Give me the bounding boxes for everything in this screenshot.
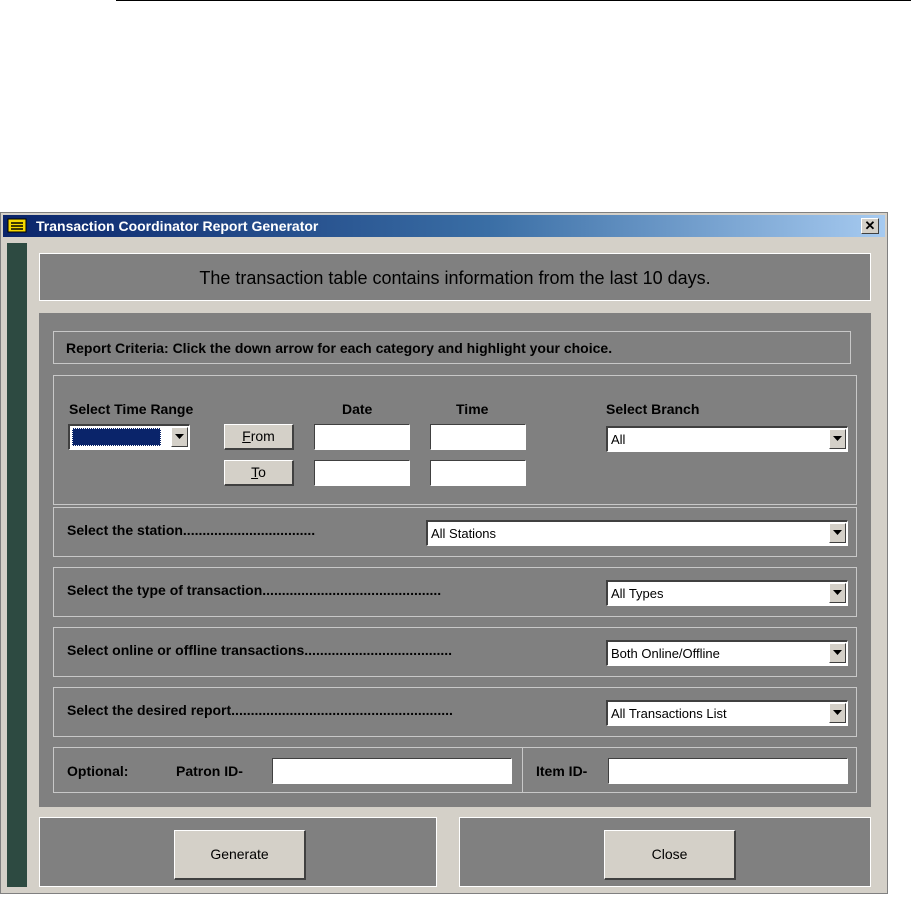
chevron-down-icon <box>833 650 842 655</box>
close-window-button[interactable]: ✕ <box>861 218 879 234</box>
chevron-down-icon <box>175 434 184 439</box>
transaction-type-dropdown-button[interactable] <box>829 583 846 603</box>
from-button[interactable]: From <box>224 424 294 450</box>
report-dropdown-button[interactable] <box>829 703 846 723</box>
from-date-input[interactable] <box>314 424 410 450</box>
chevron-down-icon <box>833 590 842 595</box>
chevron-down-icon <box>833 530 842 535</box>
to-rest: o <box>258 464 266 480</box>
patron-id-input[interactable] <box>272 758 512 784</box>
optional-group: Optional: Patron ID- Item ID- <box>53 747 857 793</box>
branch-select[interactable]: All <box>606 426 848 452</box>
time-range-select[interactable] <box>68 424 190 450</box>
top-rule <box>116 0 911 1</box>
branch-dropdown-button[interactable] <box>829 429 846 449</box>
time-header: Time <box>456 401 489 417</box>
optional-label: Optional: <box>67 763 129 779</box>
to-date-input[interactable] <box>314 460 410 486</box>
transaction-type-label: Select the type of transaction..........… <box>67 582 442 598</box>
branch-label: Select Branch <box>606 401 700 417</box>
window-title: Transaction Coordinator Report Generator <box>36 218 319 234</box>
transaction-type-group: Select the type of transaction..........… <box>53 567 857 617</box>
station-select[interactable]: All Stations <box>426 520 848 546</box>
online-offline-label: Select online or offline transactions...… <box>67 642 453 658</box>
time-range-selection <box>72 428 161 446</box>
report-value: All Transactions List <box>611 706 727 721</box>
close-panel: Close <box>459 817 871 887</box>
report-group: Select the desired report...............… <box>53 687 857 737</box>
station-dropdown-button[interactable] <box>829 523 846 543</box>
report-generator-window: Transaction Coordinator Report Generator… <box>0 212 888 894</box>
to-button[interactable]: To <box>224 460 294 486</box>
online-offline-group: Select online or offline transactions...… <box>53 627 857 677</box>
criteria-header-box: Report Criteria: Click the down arrow fo… <box>53 331 851 364</box>
window-icon <box>7 218 27 233</box>
station-group: Select the station......................… <box>53 507 857 557</box>
from-rest: rom <box>250 428 275 444</box>
branch-value: All <box>611 432 626 447</box>
from-accelerator: F <box>242 428 251 444</box>
online-offline-value: Both Online/Offline <box>611 646 720 661</box>
station-value: All Stations <box>431 526 497 541</box>
close-button[interactable]: Close <box>604 830 736 880</box>
optional-divider <box>522 748 523 792</box>
generate-panel: Generate <box>39 817 437 887</box>
time-range-dropdown-button[interactable] <box>171 427 188 447</box>
online-offline-select[interactable]: Both Online/Offline <box>606 640 848 666</box>
date-header: Date <box>342 401 373 417</box>
sidebar-strip <box>7 243 27 887</box>
online-offline-dropdown-button[interactable] <box>829 643 846 663</box>
chevron-down-icon <box>833 710 842 715</box>
station-label: Select the station......................… <box>67 522 316 538</box>
report-select[interactable]: All Transactions List <box>606 700 848 726</box>
item-id-label: Item ID- <box>536 763 588 779</box>
time-range-group: Select Time Range Date Time Select Branc… <box>53 375 857 505</box>
to-time-input[interactable] <box>430 460 526 486</box>
generate-button[interactable]: Generate <box>174 830 306 880</box>
transaction-type-select[interactable]: All Types <box>606 580 848 606</box>
transaction-type-value: All Types <box>611 586 664 601</box>
chevron-down-icon <box>833 436 842 441</box>
info-message: The transaction table contains informati… <box>199 268 711 288</box>
criteria-panel: Report Criteria: Click the down arrow fo… <box>39 313 871 807</box>
info-panel: The transaction table contains informati… <box>39 253 871 301</box>
report-label: Select the desired report...............… <box>67 702 453 718</box>
title-bar[interactable]: Transaction Coordinator Report Generator… <box>3 215 885 237</box>
item-id-input[interactable] <box>608 758 848 784</box>
patron-id-label: Patron ID- <box>176 763 243 779</box>
from-time-input[interactable] <box>430 424 526 450</box>
criteria-text: Report Criteria: Click the down arrow fo… <box>66 340 613 356</box>
time-range-label: Select Time Range <box>69 401 194 417</box>
